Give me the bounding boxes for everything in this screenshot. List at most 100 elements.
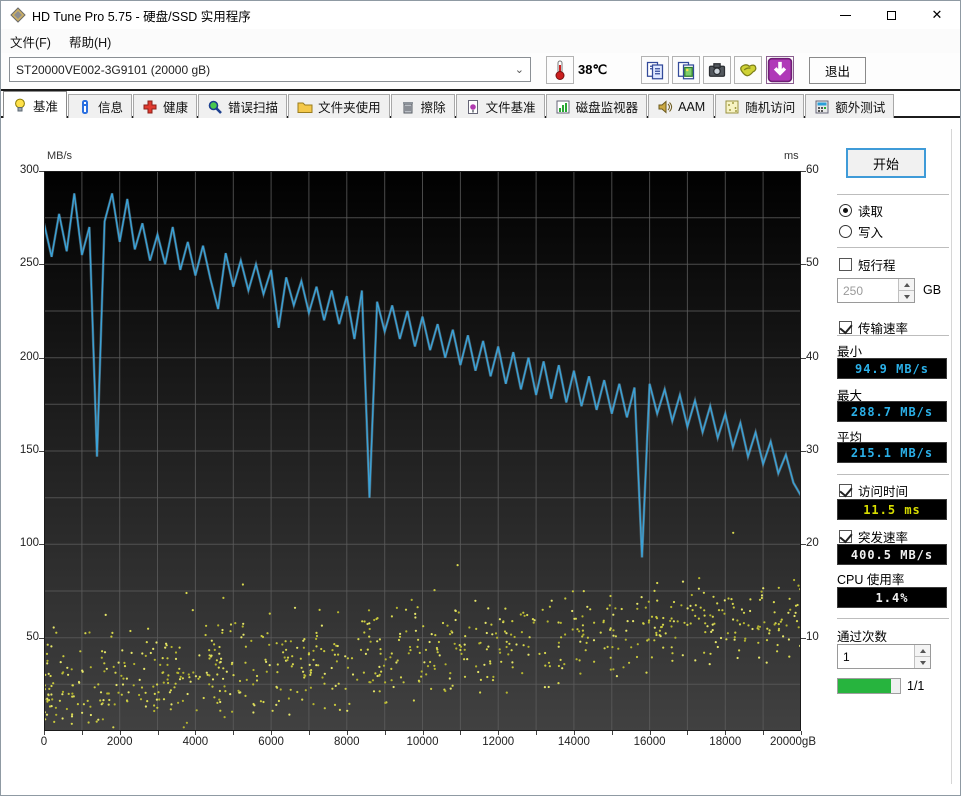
camera-button[interactable]	[703, 56, 731, 84]
x-tick	[308, 731, 310, 735]
tab-label: 擦除	[420, 101, 446, 115]
x-tick	[460, 731, 462, 735]
y-right-tick	[801, 264, 806, 266]
menu-item-help[interactable]: 帮助(H)	[60, 29, 120, 54]
minimize-button[interactable]	[822, 1, 868, 29]
tab-benchmark[interactable]: 基准	[3, 91, 68, 118]
y-left-tick	[39, 357, 44, 359]
short-stroke-capacity-input[interactable]: 250	[837, 278, 915, 303]
y-right-tick	[801, 357, 806, 359]
y-right-tick	[801, 451, 806, 452]
menu-item-file[interactable]: 文件(F)	[1, 29, 60, 54]
y-axis-left-unit: MB/s	[47, 150, 73, 162]
y-right-tick-label: 40	[806, 350, 819, 363]
separator	[837, 335, 949, 336]
info-icon	[82, 99, 89, 114]
tab-label: 信息	[98, 101, 124, 115]
start-button[interactable]: 开始	[846, 148, 926, 178]
tab-health[interactable]: 健康	[133, 94, 198, 118]
tab-error-scan[interactable]: 错误扫描	[198, 94, 288, 118]
x-tick-label: 10000	[406, 736, 439, 748]
max-value-display: 288.7 MB/s	[837, 401, 947, 422]
tab-label: 文件基准	[485, 101, 536, 115]
x-tick	[649, 731, 651, 735]
copy-image-icon	[677, 61, 695, 80]
y-right-tick-label: 30	[806, 444, 819, 456]
tab-extra-tests[interactable]: 额外测试	[805, 94, 895, 118]
y-left-tick-label: 200	[19, 350, 39, 363]
x-tick	[44, 731, 45, 735]
maximize-button[interactable]	[868, 1, 914, 29]
pass-count-input[interactable]: 1	[837, 644, 931, 669]
checkbox-short-stroke-mark	[839, 258, 852, 271]
radio-read[interactable]: 读取	[839, 201, 883, 220]
thermometer-icon	[555, 60, 565, 80]
min-value-display: 94.9 MB/s	[837, 358, 947, 379]
pass-count-label: 通过次数	[837, 630, 888, 644]
copy-text-button[interactable]	[641, 56, 669, 84]
x-tick	[611, 731, 613, 735]
window-title: HD Tune Pro 5.75 - 硬盘/SSD 实用程序	[32, 9, 251, 24]
x-tick	[384, 731, 386, 735]
y-right-tick-label: 10	[806, 630, 819, 643]
radio-write[interactable]: 写入	[839, 222, 883, 241]
magnifier-icon	[208, 100, 222, 114]
benchmark-plot-canvas	[42, 171, 803, 731]
checkbox-burst-rate-mark	[839, 530, 852, 543]
y-left-tick-label: 300	[19, 164, 39, 176]
y-right-tick-label: 60	[806, 164, 819, 176]
x-tick-label: 18000	[709, 736, 742, 748]
y-left-tick	[39, 544, 44, 546]
folder-icon	[297, 102, 313, 113]
checkbox-short-stroke[interactable]: 短行程	[839, 255, 896, 274]
x-tick	[346, 731, 348, 735]
donate-button[interactable]	[734, 56, 762, 84]
tab-label: 健康	[163, 101, 189, 115]
y-left-tick-label: 150	[19, 444, 39, 456]
tab-aam[interactable]: AAM	[648, 94, 715, 118]
drive-selector[interactable]: ST20000VE002-3G9101 (20000 gB) ⌄	[9, 57, 531, 82]
tab-disk-monitor[interactable]: 磁盘监视器	[545, 94, 648, 118]
tab-file-benchmark[interactable]: 文件基准	[455, 94, 545, 118]
checkbox-access-time[interactable]: 访问时间	[839, 481, 908, 500]
x-tick-label: 8000	[334, 736, 360, 748]
toolbar: ST20000VE002-3G9101 (20000 gB) ⌄ 38℃ 退出	[1, 53, 960, 89]
x-tick	[536, 731, 538, 735]
app-window: HD Tune Pro 5.75 - 硬盘/SSD 实用程序 ✕ 文件(F) 帮…	[0, 0, 961, 796]
avg-value-display: 215.1 MB/s	[837, 442, 947, 463]
download-button[interactable]	[766, 56, 794, 84]
tab-label: 错误扫描	[228, 101, 279, 115]
x-tick	[573, 731, 575, 735]
x-tick	[195, 731, 197, 735]
x-tick-label: 6000	[258, 736, 284, 748]
y-left-tick-label: 100	[19, 537, 39, 550]
menu-bar: 文件(F) 帮助(H)	[1, 29, 960, 53]
copy-text-icon	[646, 61, 664, 80]
trash-icon	[402, 101, 413, 113]
pass-count-spinner[interactable]	[914, 645, 930, 668]
capacity-spinner[interactable]	[898, 279, 914, 302]
tab-label: 额外测试	[835, 101, 886, 115]
panel-divider	[951, 129, 952, 784]
x-tick-label: 2000	[106, 736, 133, 748]
separator	[837, 618, 949, 619]
tab-label: 文件夹使用	[318, 101, 381, 115]
temperature-button[interactable]	[546, 56, 574, 84]
x-tick	[271, 731, 273, 735]
x-tick	[119, 731, 121, 735]
tab-info[interactable]: 信息	[68, 94, 133, 118]
x-tick-label: 0	[40, 736, 48, 748]
y-left-tick	[39, 171, 44, 172]
tab-erase[interactable]: 擦除	[390, 94, 455, 118]
x-tick-label: 14000	[557, 736, 590, 748]
radio-read-mark	[839, 204, 852, 217]
y-axis-right-unit: ms	[784, 150, 799, 162]
x-tick	[687, 731, 689, 735]
copy-image-button[interactable]	[672, 56, 700, 84]
exit-button[interactable]: 退出	[809, 57, 866, 84]
tab-folder-usage[interactable]: 文件夹使用	[288, 94, 390, 118]
speaker-icon	[658, 99, 673, 114]
close-button[interactable]: ✕	[914, 1, 960, 29]
temperature-readout: 38℃	[578, 62, 608, 77]
tab-random-access[interactable]: 随机访问	[715, 94, 805, 118]
